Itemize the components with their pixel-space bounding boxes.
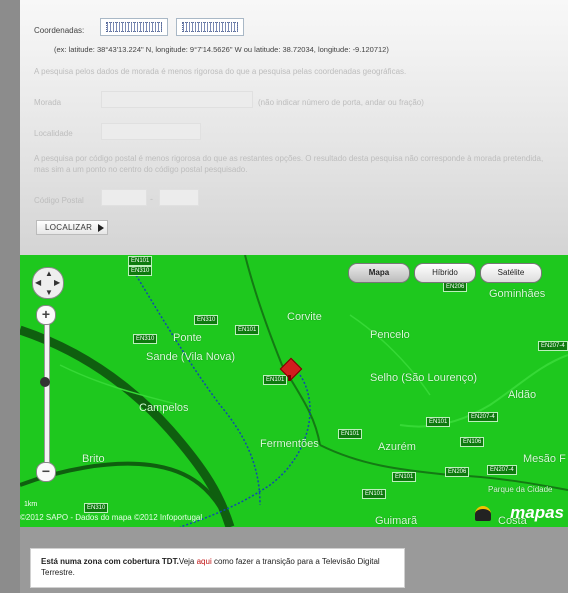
localidade-input[interactable]: [101, 123, 201, 140]
place-label: Parque da Cidade: [488, 485, 553, 494]
mapas-logo: mapas: [510, 503, 564, 522]
place-label: Brito: [82, 453, 105, 465]
road-label: EN101: [392, 472, 417, 482]
location-marker-pin: [288, 375, 291, 381]
place-label: Fermentões: [260, 438, 319, 450]
road-label: EN101: [338, 429, 363, 439]
road-label: EN310: [133, 334, 158, 344]
zoom-slider-track[interactable]: [44, 315, 50, 477]
sapo-logo-icon: [475, 506, 491, 521]
localidade-label: Localidade: [34, 129, 73, 138]
map-copyright: ©2012 SAPO - Dados do mapa ©2012 Infopor…: [20, 513, 203, 522]
longitude-input[interactable]: [176, 18, 244, 36]
postal-separator: -: [150, 194, 153, 204]
postal-code-part1-input[interactable]: [101, 189, 147, 206]
zoom-slider-handle[interactable]: [40, 377, 50, 387]
road-label: EN310: [194, 315, 219, 325]
pan-down-icon[interactable]: ▼: [45, 288, 53, 297]
place-label: Corvite: [287, 311, 322, 323]
road-label: EN101: [426, 417, 451, 427]
latitude-input-value: [106, 22, 162, 32]
map-view[interactable]: Gominhães Corvite Pencelo Ponte Sande (V…: [20, 255, 568, 527]
tdt-notice-pre: Veja: [178, 557, 197, 566]
pan-right-icon[interactable]: ▶: [54, 278, 60, 287]
place-label: Mesão F: [523, 453, 566, 465]
road-label: EN101: [362, 489, 387, 499]
map-scale: 1km: [24, 501, 38, 508]
place-label: Pencelo: [370, 329, 410, 341]
road-label: EN207-4: [468, 412, 498, 422]
left-sidebar-strip: [0, 0, 20, 593]
postal-note: A pesquisa por código postal é menos rig…: [34, 154, 544, 174]
road-label: EN206: [443, 282, 468, 292]
map-mode-button-hibrido[interactable]: Híbrido: [414, 263, 476, 283]
address-note: A pesquisa pelos dados de morada é menos…: [34, 67, 407, 76]
latitude-input[interactable]: [100, 18, 168, 36]
zoom-out-button[interactable]: −: [36, 462, 56, 482]
coords-label: Coordenadas:: [34, 26, 85, 35]
road-label: EN101: [128, 256, 153, 266]
tdt-notice-box: Está numa zona com cobertura TDT.Veja aq…: [30, 548, 405, 588]
place-label: Guimarã: [375, 515, 418, 527]
postal-code-part2-input[interactable]: [159, 189, 199, 206]
road-label: EN106: [460, 437, 485, 447]
zoom-in-button[interactable]: +: [36, 305, 56, 325]
coords-example: (ex: latitude: 38°43'13.224" N, longitud…: [54, 45, 389, 54]
pan-up-icon[interactable]: ▲: [45, 269, 53, 278]
pan-left-icon[interactable]: ◀: [35, 278, 41, 287]
road-label: EN101: [263, 375, 288, 385]
morada-input[interactable]: [101, 91, 253, 108]
road-label: EN101: [235, 325, 260, 335]
longitude-input-value: [182, 22, 238, 32]
tdt-notice-bold: Está numa zona com cobertura TDT.: [41, 557, 179, 566]
localizar-button[interactable]: LOCALIZAR: [36, 220, 108, 235]
map-mode-button-satelite[interactable]: Satélite: [480, 263, 542, 283]
morada-hint: (não indicar número de porta, andar ou f…: [258, 98, 424, 107]
codigo-postal-label: Código Postal: [34, 196, 84, 205]
place-label: Ponte: [173, 332, 202, 344]
road-label: EN310: [84, 503, 109, 513]
map-base-layer: [20, 255, 568, 527]
place-label: Selho (São Lourenço): [370, 372, 478, 384]
map-mode-button-mapa[interactable]: Mapa: [348, 263, 410, 283]
localizar-label: LOCALIZAR: [45, 223, 93, 232]
morada-label: Morada: [34, 98, 62, 107]
road-label: EN207-4: [487, 465, 517, 475]
place-label: Gominhães: [489, 288, 546, 300]
pan-control[interactable]: ▲ ▼ ◀ ▶: [32, 267, 64, 299]
play-arrow-icon: [98, 223, 105, 232]
place-label: Sande (Vila Nova): [146, 351, 236, 363]
road-label: EN207-4: [538, 341, 568, 351]
place-label: Aldão: [508, 389, 537, 401]
place-label: Azurém: [378, 441, 416, 453]
place-label: Campelos: [139, 402, 189, 414]
road-label: EN310: [128, 266, 153, 276]
tdt-notice-link[interactable]: aqui: [197, 557, 212, 566]
search-form-panel: Coordenadas: (ex: latitude: 38°43'13.224…: [20, 0, 568, 255]
road-label: EN206: [445, 467, 470, 477]
